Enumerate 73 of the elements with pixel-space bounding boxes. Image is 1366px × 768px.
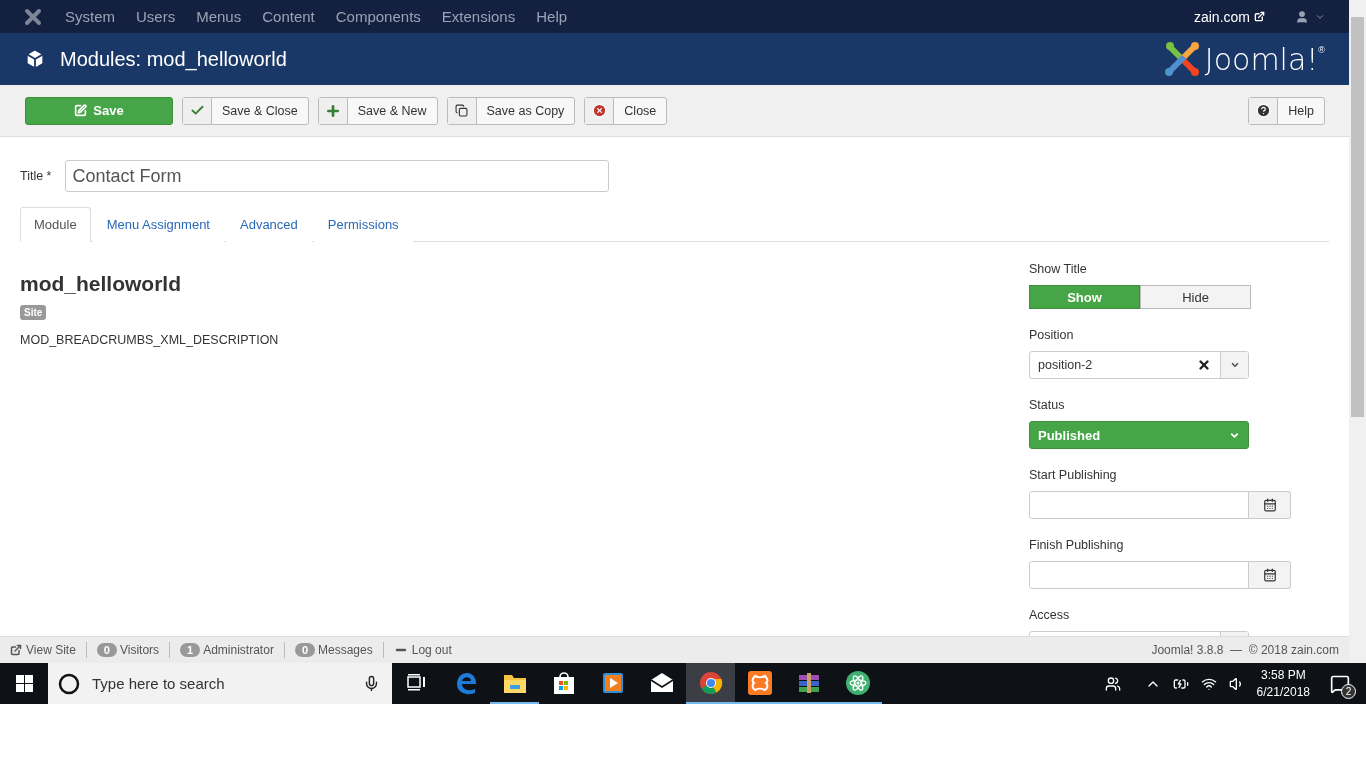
toolbar-button[interactable]: Save & Close [182,96,309,125]
field-label: Start Publishing [1029,468,1118,482]
xampp-icon [746,669,773,696]
logout-link[interactable]: Log out [393,643,462,657]
menu-item[interactable]: Components [335,8,421,25]
registered-mark: ® [1318,45,1325,55]
site-link[interactable]: zain.com [1193,8,1265,25]
logo-text: Joomla! [1204,41,1319,77]
title-field[interactable]: Contact Form [64,160,609,192]
notifications-button[interactable]: 2 [1322,665,1358,702]
clock[interactable]: 3:58 PM 6/21/2018 [1256,666,1310,701]
counter-label: Messages [318,643,373,657]
toolbar-button[interactable]: Close [584,96,668,125]
joomla-logo-icon[interactable] [24,7,42,26]
atom-icon [844,669,871,696]
menu-item[interactable]: System [65,8,115,25]
count-badge: 1 [180,643,201,657]
toolbar-button[interactable]: Save as Copy [446,96,576,125]
menu-item[interactable]: Menus [196,8,242,25]
count-badge: 0 [96,643,117,657]
external-link-icon [10,644,22,656]
search-box[interactable]: Type here to search [48,663,392,704]
cortana-icon [58,672,80,695]
module-name: mod_helloworld [20,272,182,296]
date-field[interactable] [1029,491,1249,519]
calendar-icon [1262,568,1277,582]
tab[interactable]: Module [20,207,91,242]
scrollbar[interactable] [1349,0,1366,663]
help-icon [1255,103,1271,118]
position-select[interactable]: position-2 [1029,351,1249,379]
date-field[interactable] [1029,561,1249,589]
microphone-icon[interactable] [363,675,380,692]
menu-item[interactable]: Help [536,8,568,25]
title-label: Title * [20,169,52,183]
field-label: Status [1029,398,1066,412]
field-label: Finish Publishing [1029,538,1125,552]
page-title: Modules: mod_helloworld [60,47,287,71]
menu-item[interactable]: Users [136,8,176,25]
field-label: Access [1029,608,1071,622]
calendar-icon [1262,498,1277,512]
menu-item[interactable]: Extensions [441,8,516,25]
client-badge: Site [20,305,47,320]
close-icon [591,103,607,118]
taskbar-app[interactable] [686,663,735,704]
menu-item[interactable]: Content [262,8,315,25]
joomla-logo-icon [1162,40,1201,78]
field-label: Position [1029,328,1075,342]
check-icon [189,103,205,118]
clear-icon[interactable] [1197,358,1211,372]
version-text: Joomla! 3.8.8 — © 2018 zain.com [1151,643,1339,657]
plus-icon [324,102,341,119]
caret-icon [1229,360,1240,370]
counter-label: Administrator [203,643,274,657]
help-button[interactable]: Help [1248,96,1325,125]
calendar-button[interactable] [1249,491,1291,519]
toolbar-button[interactable]: Save & New [317,96,438,125]
user-icon[interactable] [1295,9,1309,24]
count-badge: 0 [294,643,315,657]
chrome-icon [697,669,724,696]
field-label: Show Title [1029,262,1088,276]
counter-label: Visitors [119,643,160,657]
edit-icon [74,104,88,117]
windows-icon [15,675,33,692]
task-view-icon [406,673,427,692]
module-description: MOD_BREADCRUMBS_XML_DESCRIPTION [20,333,280,347]
copy-icon [455,104,468,117]
toggle-option[interactable]: Hide [1140,285,1251,309]
search-field[interactable]: Type here to search [90,674,353,693]
view-site-link[interactable]: View Site [10,643,86,657]
external-link-icon [1254,11,1265,22]
calendar-button[interactable] [1249,561,1291,589]
people-icon[interactable] [1104,675,1121,692]
cube-icon [24,48,46,70]
